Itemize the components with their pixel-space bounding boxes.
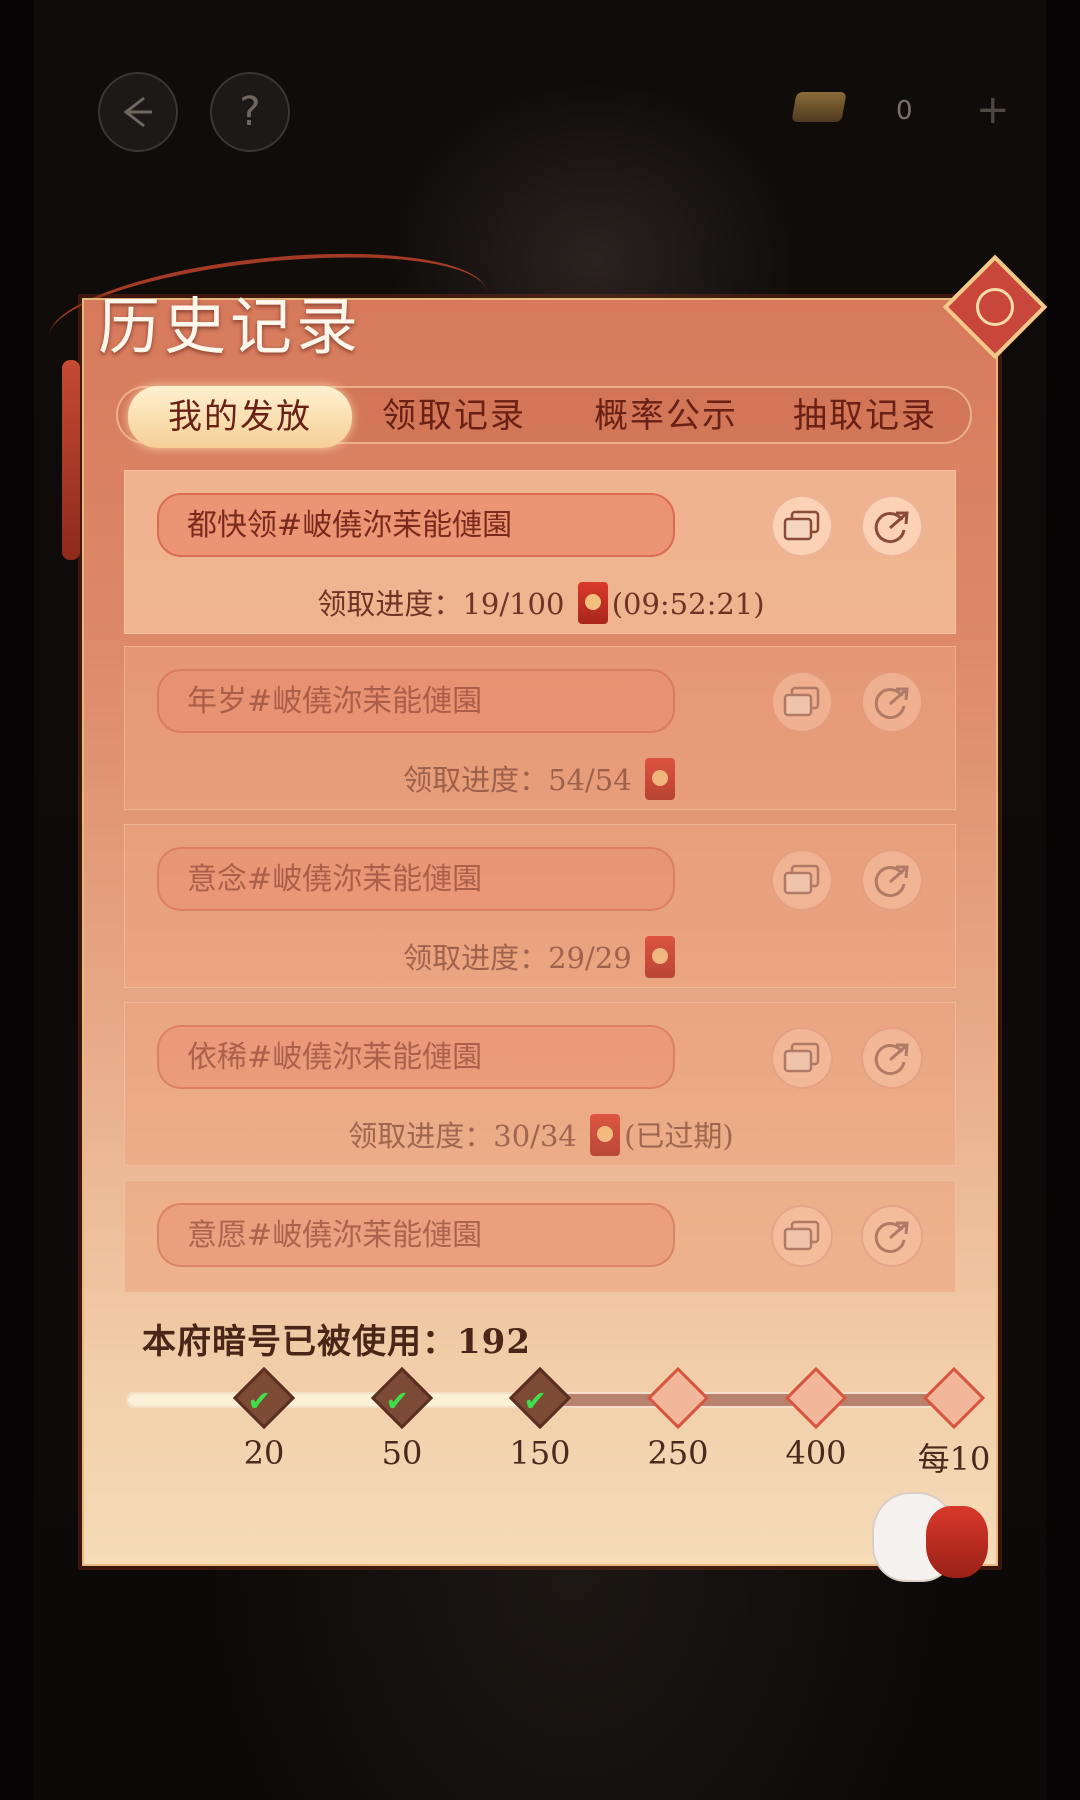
- back-button[interactable]: [98, 72, 178, 152]
- add-coin-button[interactable]: +: [976, 90, 1010, 130]
- copy-button[interactable]: [771, 1027, 833, 1089]
- share-icon: [874, 1043, 909, 1076]
- tab-probability[interactable]: 概率公示: [566, 388, 766, 446]
- record-name: 意念#岥僥沵苿能僆園: [187, 862, 483, 897]
- share-icon: [874, 687, 909, 720]
- milestone-label: 50: [381, 1434, 423, 1472]
- panel-title: 历史记录: [98, 290, 363, 363]
- record-name-field: 都快领#岥僥沵苿能僆園: [157, 493, 675, 557]
- side-ribbon-decoration: [62, 360, 80, 560]
- milestone-label: 150: [509, 1434, 571, 1472]
- milestone-label: 250: [647, 1434, 709, 1472]
- back-arrow-icon: [123, 96, 152, 128]
- tab-my-issued[interactable]: 我的发放: [128, 386, 352, 448]
- record-name-field: 依稀#岥僥沵苿能僆園: [157, 1025, 675, 1089]
- milestone-label: 每10: [917, 1440, 991, 1478]
- progress-suffix: (09:52:21): [611, 587, 765, 621]
- tab-claim-records[interactable]: 领取记录: [364, 388, 544, 446]
- progress-label: 领取进度：: [348, 1119, 494, 1153]
- record-row: 都快领#岥僥沵苿能僆園 领取进度：19/100 (09:52:21): [124, 470, 956, 634]
- record-name: 意愿#岥僥沵苿能僆園: [187, 1218, 483, 1253]
- coin-count: 0: [896, 96, 913, 126]
- progress-value: 54/54: [548, 763, 632, 797]
- share-button[interactable]: [861, 495, 923, 557]
- check-icon: ✔: [247, 1384, 271, 1418]
- copy-icon: [783, 864, 820, 895]
- share-icon: [874, 511, 909, 544]
- record-name-field: 意念#岥僥沵苿能僆園: [157, 847, 675, 911]
- progress-label: 领取进度：: [403, 941, 549, 975]
- progress-suffix: (已过期): [624, 1119, 734, 1153]
- progress-value: 29/29: [548, 941, 632, 975]
- lucky-bag-icon: [926, 1506, 988, 1578]
- copy-icon: [783, 1220, 820, 1251]
- red-packet-icon: [577, 582, 608, 624]
- share-button[interactable]: [861, 849, 923, 911]
- usage-summary: 本府暗号已被使用：192: [142, 1314, 531, 1363]
- claim-progress: 领取进度：29/29: [125, 935, 956, 978]
- red-packet-icon: [590, 1114, 621, 1156]
- usage-progress-fill: [128, 1394, 536, 1406]
- claim-progress: 领取进度：30/34 (已过期): [125, 1113, 956, 1156]
- record-name: 年岁#岥僥沵苿能僆園: [187, 684, 483, 719]
- record-name: 依稀#岥僥沵苿能僆園: [187, 1040, 483, 1075]
- record-row: 依稀#岥僥沵苿能僆園 领取进度：30/34 (已过期): [124, 1002, 956, 1166]
- check-icon: ✔: [523, 1384, 547, 1418]
- ingot-icon: [791, 92, 847, 122]
- record-name-field: 年岁#岥僥沵苿能僆園: [157, 669, 675, 733]
- progress-label: 领取进度：: [403, 763, 549, 797]
- check-icon: ✔: [385, 1384, 409, 1418]
- copy-button[interactable]: [771, 671, 833, 733]
- copy-icon: [783, 1042, 820, 1073]
- red-packet-icon: [644, 758, 675, 800]
- copy-icon: [783, 510, 820, 541]
- share-button[interactable]: [861, 1205, 923, 1267]
- claim-progress: 领取进度：54/54: [125, 757, 956, 800]
- tab-bar: 我的发放 领取记录 概率公示 抽取记录: [116, 386, 972, 448]
- help-icon: ?: [239, 89, 261, 135]
- share-button[interactable]: [861, 1027, 923, 1089]
- copy-button[interactable]: [771, 849, 833, 911]
- red-packet-icon: [644, 936, 675, 978]
- record-row: 年岁#岥僥沵苿能僆園 领取进度：54/54: [124, 646, 956, 810]
- record-name: 都快领#岥僥沵苿能僆園: [187, 508, 513, 543]
- record-row: 意念#岥僥沵苿能僆園 领取进度：29/29: [124, 824, 956, 988]
- usage-label: 本府暗号已被使用：: [142, 1322, 457, 1362]
- record-name-field: 意愿#岥僥沵苿能僆園: [157, 1203, 675, 1267]
- copy-button[interactable]: [771, 1205, 833, 1267]
- share-icon: [874, 1221, 909, 1254]
- claim-progress: 领取进度：19/100 (09:52:21): [125, 581, 956, 624]
- record-row: 意愿#岥僥沵苿能僆園: [124, 1180, 956, 1292]
- share-button[interactable]: [861, 671, 923, 733]
- copy-icon: [783, 686, 820, 717]
- tab-draw-records[interactable]: 抽取记录: [770, 388, 960, 446]
- milestone-label: 400: [785, 1434, 847, 1472]
- copy-button[interactable]: [771, 495, 833, 557]
- milestone-label: 20: [243, 1434, 285, 1472]
- progress-value: 30/34: [493, 1119, 577, 1153]
- progress-label: 领取进度：: [317, 587, 463, 621]
- record-list[interactable]: 都快领#岥僥沵苿能僆園 领取进度：19/100 (09:52:21) 年岁#岥僥…: [124, 470, 956, 1292]
- share-icon: [874, 865, 909, 898]
- help-button[interactable]: ?: [210, 72, 290, 152]
- progress-value: 19/100: [462, 587, 565, 621]
- usage-count: 192: [457, 1322, 531, 1362]
